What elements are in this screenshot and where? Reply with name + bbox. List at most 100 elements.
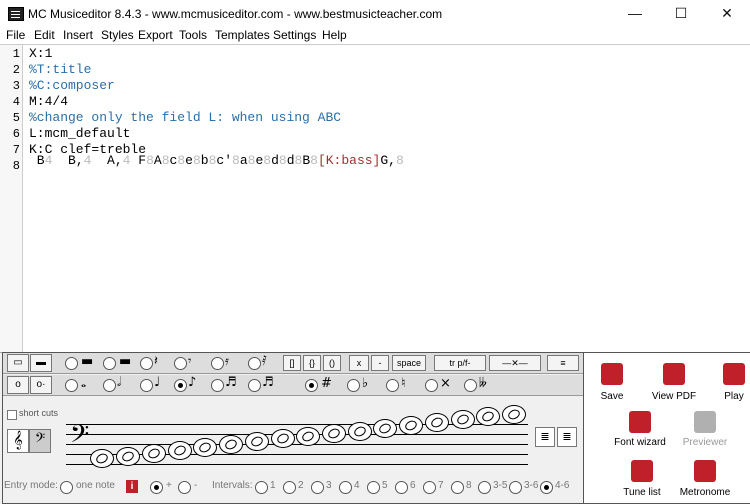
interval-radio[interactable] xyxy=(509,481,522,494)
entry-mode-label: Entry mode: xyxy=(4,480,58,491)
note-picker-staff[interactable]: 𝄢 xyxy=(66,405,528,476)
align-button[interactable]: ≡ xyxy=(547,355,579,371)
note-button[interactable] xyxy=(116,447,140,466)
duration-32nd-radio[interactable] xyxy=(248,379,261,392)
pdf-icon[interactable] xyxy=(663,363,685,385)
duration-quarter-radio[interactable] xyxy=(140,379,153,392)
note-duration: 8 xyxy=(177,153,186,168)
short-cuts-checkbox[interactable] xyxy=(7,410,17,420)
space-button[interactable]: space xyxy=(392,355,426,371)
entry-plus-radio[interactable] xyxy=(150,481,163,494)
sharp-icon: # xyxy=(321,376,332,391)
note-button[interactable] xyxy=(90,449,114,468)
menu-settings[interactable]: Settings xyxy=(273,28,316,42)
note-button[interactable] xyxy=(502,405,526,424)
play-icon[interactable] xyxy=(723,363,745,385)
entry-minus-radio[interactable] xyxy=(178,481,191,494)
note-button[interactable] xyxy=(322,424,346,443)
interval-radio[interactable] xyxy=(478,481,491,494)
interval-radio[interactable] xyxy=(255,481,268,494)
bass-clef-button[interactable]: 𝄢 xyxy=(29,429,51,453)
maximize-button[interactable]: ☐ xyxy=(658,0,704,27)
duration-half-radio[interactable] xyxy=(103,379,116,392)
accidental-double-sharp-radio[interactable] xyxy=(425,379,438,392)
menu-insert[interactable]: Insert xyxy=(63,28,93,42)
x-button[interactable]: x xyxy=(349,355,369,371)
duration-half-rest-radio[interactable] xyxy=(103,357,116,370)
dash-button[interactable]: - xyxy=(371,355,389,371)
rest-mode-button[interactable]: ▭ xyxy=(7,354,29,372)
accidental-flat-radio[interactable] xyxy=(347,379,360,392)
barline-button[interactable]: —✕— xyxy=(489,355,541,371)
align-left-button[interactable]: ≣ xyxy=(535,427,555,447)
interval-radio[interactable] xyxy=(423,481,436,494)
code-editor[interactable]: 1 2 3 4 5 6 7 8 X:1 %T:title %C:composer… xyxy=(0,44,750,353)
brace-button[interactable]: {} xyxy=(303,355,321,371)
note: B xyxy=(29,153,45,168)
interval-radio[interactable] xyxy=(395,481,408,494)
accidental-double-flat-radio[interactable] xyxy=(464,379,477,392)
duration-eighth-radio[interactable] xyxy=(174,379,187,392)
treble-clef-button[interactable]: 𝄞 xyxy=(7,429,29,453)
code-line: M:4/4 xyxy=(29,94,69,109)
metronome-icon[interactable] xyxy=(694,460,716,482)
rest-mode-button-2[interactable]: ▬ xyxy=(30,354,52,372)
duration-whole-rest-radio[interactable] xyxy=(65,357,78,370)
interval-label: 3-5 xyxy=(493,480,508,491)
menu-templates[interactable]: Templates xyxy=(215,28,270,42)
duration-sixteenth-rest-radio[interactable] xyxy=(211,357,224,370)
menu-tools[interactable]: Tools xyxy=(179,28,207,42)
duration-sixteenth-radio[interactable] xyxy=(211,379,224,392)
save-icon[interactable] xyxy=(601,363,623,385)
tune-list-icon[interactable] xyxy=(631,460,653,482)
interval-radio[interactable] xyxy=(339,481,352,494)
menu-edit[interactable]: Edit xyxy=(34,28,55,42)
duration-32nd-rest-radio[interactable] xyxy=(248,357,261,370)
note-button[interactable] xyxy=(296,427,320,446)
note-mode-button[interactable]: o xyxy=(7,376,29,394)
interval-radio[interactable] xyxy=(283,481,296,494)
info-icon[interactable]: i xyxy=(126,480,138,493)
note-button[interactable] xyxy=(142,444,166,463)
note-button[interactable] xyxy=(168,441,192,460)
menu-bar: File Edit Insert Styles Export Tools Tem… xyxy=(0,27,750,45)
accidental-natural-radio[interactable] xyxy=(386,379,399,392)
entry-one-note-radio[interactable] xyxy=(60,481,73,494)
note-duration: 8 xyxy=(263,153,272,168)
menu-help[interactable]: Help xyxy=(322,28,347,42)
note-button[interactable] xyxy=(451,410,475,429)
note-button[interactable] xyxy=(399,416,423,435)
note-button[interactable] xyxy=(193,438,217,457)
menu-file[interactable]: File xyxy=(6,28,25,42)
menu-export[interactable]: Export xyxy=(138,28,173,42)
note-button[interactable] xyxy=(476,407,500,426)
menu-styles[interactable]: Styles xyxy=(101,28,134,42)
staff-line xyxy=(66,464,528,465)
paren-button[interactable]: () xyxy=(323,355,341,371)
code-line-comment: %C:composer xyxy=(29,78,115,93)
close-button[interactable]: ✕ xyxy=(704,0,750,27)
minimize-button[interactable]: — xyxy=(612,0,658,27)
duration-quarter-rest-radio[interactable] xyxy=(140,357,153,370)
interval-radio[interactable] xyxy=(311,481,324,494)
note-mode-button-2[interactable]: o· xyxy=(30,376,52,394)
note-button[interactable] xyxy=(425,413,449,432)
note-button[interactable] xyxy=(271,429,295,448)
note-button[interactable] xyxy=(219,435,243,454)
align-right-button[interactable]: ≣ xyxy=(557,427,577,447)
note-button[interactable] xyxy=(348,422,372,441)
metronome-label[interactable]: Metronome xyxy=(665,487,745,498)
accidental-sharp-radio[interactable] xyxy=(305,379,318,392)
interval-radio[interactable] xyxy=(451,481,464,494)
ornaments-button[interactable]: tr p/f- xyxy=(434,355,486,371)
play-label[interactable]: Play xyxy=(694,391,750,402)
font-wizard-icon[interactable] xyxy=(629,411,651,433)
note-button[interactable] xyxy=(245,432,269,451)
duration-whole-radio[interactable] xyxy=(65,379,78,392)
interval-radio[interactable] xyxy=(540,481,553,494)
bracket-button[interactable]: [] xyxy=(283,355,301,371)
interval-radio[interactable] xyxy=(367,481,380,494)
note-button[interactable] xyxy=(373,419,397,438)
duration-eighth-rest-radio[interactable] xyxy=(174,357,187,370)
toolbar-row-durations: ▭ ▬ ▬ ▬ 𝄽 𝄾 𝄿 𝅀 [] {} () x - space tr p/… xyxy=(3,353,583,374)
